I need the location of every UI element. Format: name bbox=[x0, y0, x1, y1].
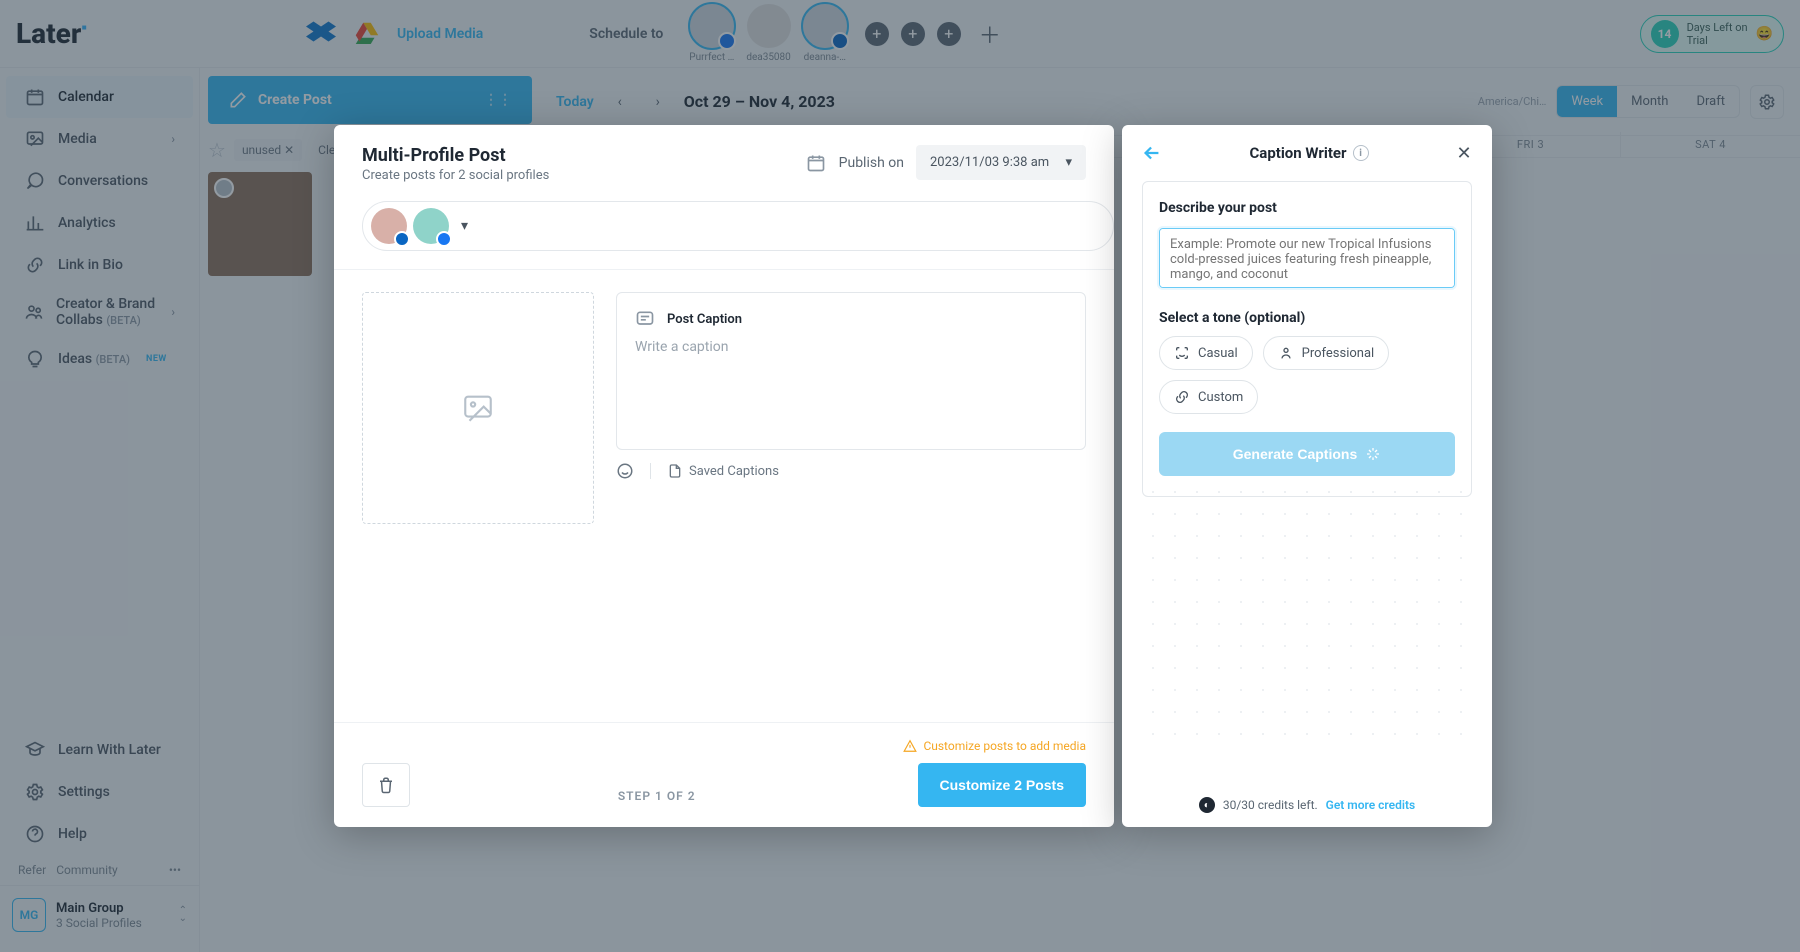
profile-avatar-linkedin bbox=[371, 208, 407, 244]
caption-writer-panel: Caption Writer i ✕ Describe your post Se… bbox=[1122, 125, 1492, 827]
image-placeholder-icon bbox=[461, 391, 495, 425]
publish-datetime-picker[interactable]: 2023/11/03 9:38 am ▾ bbox=[916, 145, 1086, 180]
close-button[interactable]: ✕ bbox=[1452, 141, 1476, 165]
warning-icon bbox=[903, 739, 917, 753]
sparkle-icon bbox=[1365, 446, 1381, 462]
modal-subtitle: Create posts for 2 social profiles bbox=[362, 168, 549, 183]
customize-posts-button[interactable]: Customize 2 Posts bbox=[918, 763, 1086, 807]
generate-captions-button[interactable]: Generate Captions bbox=[1159, 432, 1455, 476]
modal-title: Multi-Profile Post bbox=[362, 145, 549, 166]
tone-professional[interactable]: Professional bbox=[1263, 336, 1390, 370]
caption-header: Post Caption bbox=[667, 312, 742, 327]
calendar-icon bbox=[805, 152, 827, 174]
tone-label: Select a tone (optional) bbox=[1159, 310, 1455, 326]
delete-post-button[interactable] bbox=[362, 763, 410, 807]
credits-label: 30/30 credits left. bbox=[1223, 798, 1318, 812]
customize-warning: Customize posts to add media bbox=[903, 739, 1086, 753]
credit-icon: ◐ bbox=[1199, 797, 1215, 813]
professional-icon bbox=[1278, 345, 1294, 361]
info-icon[interactable]: i bbox=[1353, 145, 1369, 161]
describe-input[interactable] bbox=[1159, 228, 1455, 288]
background-pattern bbox=[1142, 481, 1472, 737]
trash-icon bbox=[377, 776, 395, 794]
arrow-left-icon bbox=[1141, 142, 1163, 164]
tone-custom[interactable]: Custom bbox=[1159, 380, 1258, 414]
panel-title: Caption Writer bbox=[1249, 144, 1346, 162]
profile-avatar-facebook bbox=[413, 208, 449, 244]
profile-selector[interactable]: ▾ bbox=[362, 201, 1114, 251]
caption-card: Post Caption Write a caption bbox=[616, 292, 1086, 450]
multi-profile-post-modal: Multi-Profile Post Create posts for 2 so… bbox=[334, 125, 1114, 827]
caption-icon bbox=[635, 309, 655, 329]
saved-captions-button[interactable]: Saved Captions bbox=[667, 463, 779, 479]
step-label: STEP 1 OF 2 bbox=[424, 789, 889, 807]
custom-icon bbox=[1174, 389, 1190, 405]
chevron-down-icon: ▾ bbox=[461, 218, 468, 234]
back-button[interactable] bbox=[1138, 139, 1166, 167]
document-icon bbox=[667, 463, 683, 479]
publish-on-label: Publish on bbox=[839, 155, 904, 171]
emoji-icon bbox=[616, 462, 634, 480]
emoji-picker-button[interactable] bbox=[616, 462, 634, 480]
caption-input[interactable]: Write a caption bbox=[635, 339, 1067, 355]
tone-casual[interactable]: Casual bbox=[1159, 336, 1253, 370]
casual-icon bbox=[1174, 345, 1190, 361]
get-more-credits-link[interactable]: Get more credits bbox=[1326, 798, 1416, 812]
media-dropzone[interactable] bbox=[362, 292, 594, 524]
chevron-down-icon: ▾ bbox=[1065, 155, 1072, 170]
describe-label: Describe your post bbox=[1159, 200, 1455, 216]
